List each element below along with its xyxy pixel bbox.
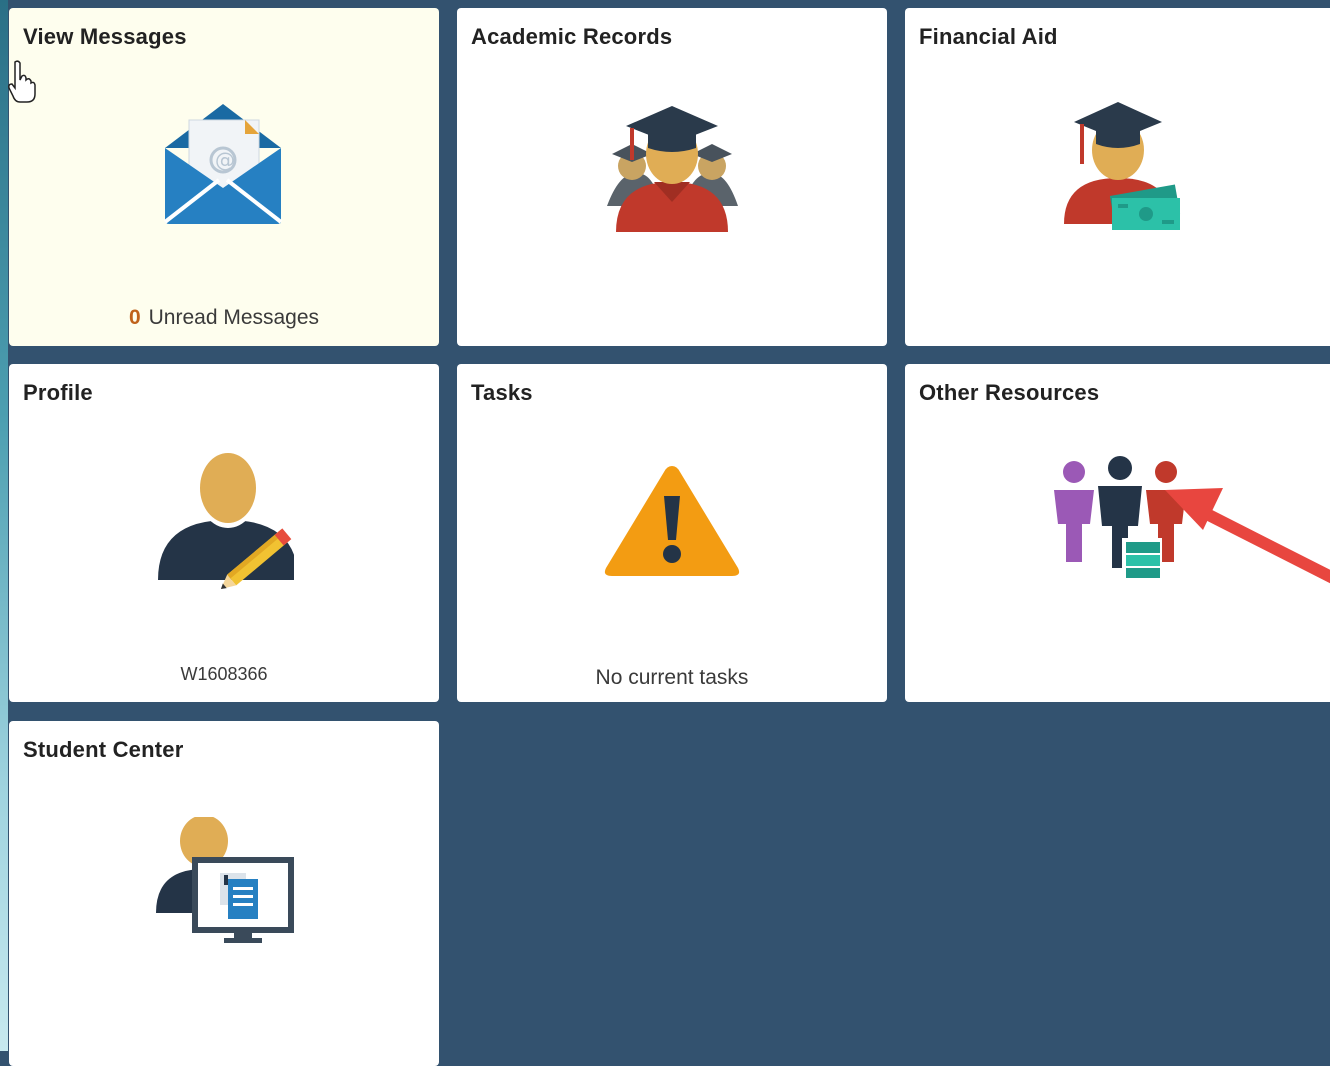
financial-aid-tile[interactable]: Financial Aid xyxy=(905,8,1330,346)
view-messages-tile[interactable]: View Messages @ 0 Unread Messages xyxy=(9,8,439,346)
tile-title: View Messages xyxy=(23,24,187,49)
tile-title: Profile xyxy=(23,380,93,405)
tasks-status: No current tasks xyxy=(595,666,749,689)
tile-title: Student Center xyxy=(23,737,184,762)
profile-id: W1608366 xyxy=(180,664,268,684)
graduates-icon xyxy=(602,96,742,237)
profile-tile[interactable]: Profile W1608366 xyxy=(9,364,439,702)
student-computer-icon xyxy=(154,815,299,948)
tile-title: Other Resources xyxy=(919,380,1100,405)
mouse-cursor-icon xyxy=(8,60,38,109)
unread-messages-status: 0 Unread Messages xyxy=(9,306,439,330)
unread-label: Unread Messages xyxy=(148,306,320,329)
warning-icon xyxy=(602,462,742,585)
user-edit-icon xyxy=(154,450,298,595)
red-arrow-annotation xyxy=(1165,478,1330,593)
tile-title: Academic Records xyxy=(471,24,673,49)
tasks-tile[interactable]: Tasks No current tasks xyxy=(457,364,887,702)
academic-records-tile[interactable]: Academic Records xyxy=(457,8,887,346)
student-center-tile[interactable]: Student Center xyxy=(9,721,439,1066)
tile-title: Tasks xyxy=(471,380,533,405)
envelope-icon: @ xyxy=(159,100,287,231)
graduate-money-icon xyxy=(1060,94,1190,237)
svg-text:@: @ xyxy=(215,148,235,172)
tile-title: Financial Aid xyxy=(919,24,1058,49)
unread-count: 0 xyxy=(128,306,141,329)
window-edge xyxy=(0,0,8,1051)
